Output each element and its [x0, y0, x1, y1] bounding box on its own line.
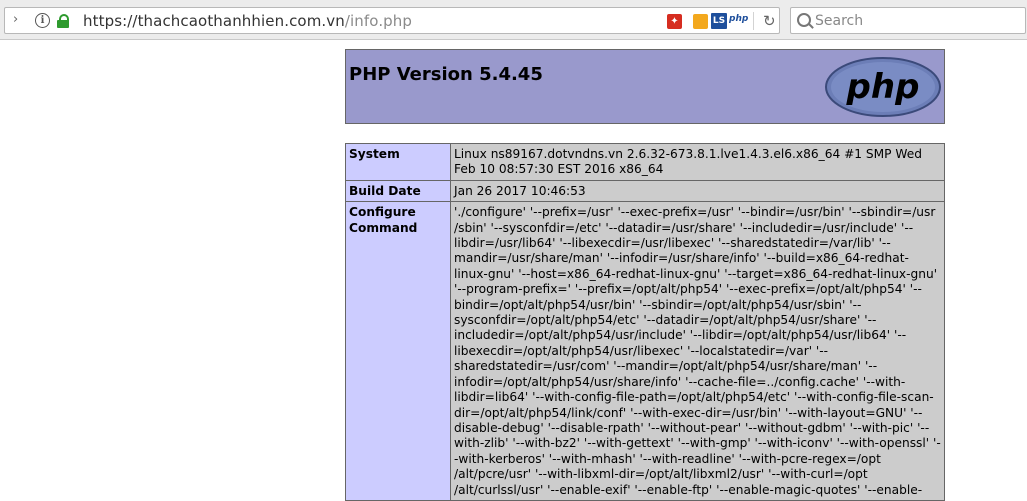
table-row: Build Date Jan 26 2017 10:46:53: [345, 179, 945, 203]
row-value: Linux ns89167.dotvndns.vn 2.6.32-673.8.1…: [450, 143, 945, 181]
table-row: Configure Command './configure' '--prefi…: [345, 201, 945, 501]
url-path: /info.php: [344, 12, 413, 30]
php-logo-icon: php: [825, 57, 941, 117]
box-extension-icon[interactable]: [693, 14, 708, 29]
row-value: Jan 26 2017 10:46:53: [450, 179, 945, 203]
row-key: Configure Command: [345, 201, 451, 501]
ls-extension-icon[interactable]: LS: [711, 13, 727, 29]
php-logo-text: php: [846, 67, 920, 107]
search-bar[interactable]: [790, 7, 1026, 34]
row-key: System: [345, 143, 451, 181]
urlbar-divider: [753, 12, 754, 30]
php-version-header: PHP Version 5.4.45 php: [345, 49, 945, 124]
info-table: System Linux ns89167.dotvndns.vn 2.6.32-…: [345, 143, 945, 501]
chevron-right-icon[interactable]: ›: [13, 12, 18, 27]
gift-extension-icon[interactable]: ✦: [667, 14, 682, 29]
url-bar[interactable]: › i https://thachcaothanhhien.com.vn/inf…: [4, 7, 780, 34]
search-icon: [797, 13, 811, 27]
row-value: './configure' '--prefix=/usr' '--exec-pr…: [450, 201, 945, 501]
table-row: System Linux ns89167.dotvndns.vn 2.6.32-…: [345, 143, 945, 181]
row-key: Build Date: [345, 179, 451, 203]
browser-toolbar: › i https://thachcaothanhhien.com.vn/inf…: [0, 0, 1027, 40]
info-icon[interactable]: i: [35, 13, 50, 28]
url-host: https://thachcaothanhhien.com.vn: [83, 12, 345, 30]
search-input[interactable]: [813, 10, 1017, 32]
url-text[interactable]: https://thachcaothanhhien.com.vn/info.ph…: [83, 12, 412, 30]
lock-icon[interactable]: [57, 14, 69, 28]
reload-icon[interactable]: ↻: [763, 12, 776, 30]
php-extension-label[interactable]: php: [729, 14, 748, 24]
page-title: PHP Version 5.4.45: [349, 64, 543, 85]
